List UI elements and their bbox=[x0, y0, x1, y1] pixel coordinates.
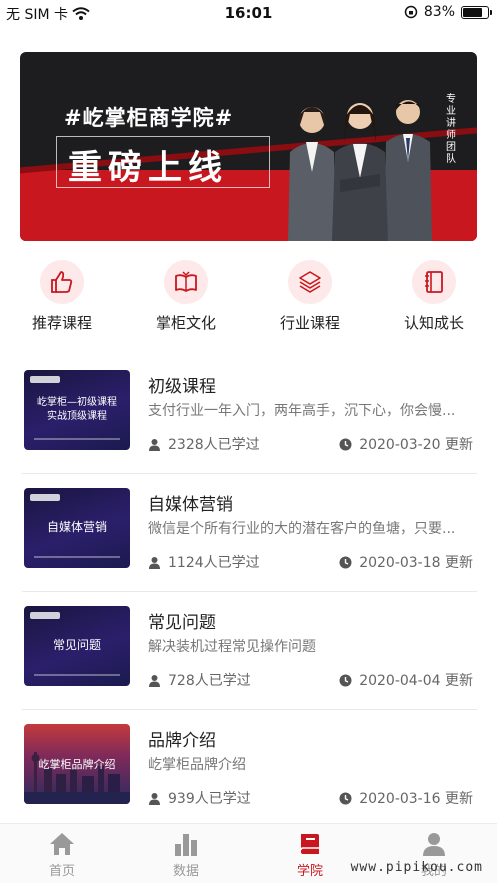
course-learners: 728人已学过 bbox=[148, 670, 251, 690]
battery-icon bbox=[461, 5, 492, 19]
clock-icon bbox=[339, 792, 352, 804]
bottom-tab-bar: 首页 数据 学院 我的 www.pipikou.com bbox=[0, 823, 497, 883]
course-description: 微信是个所有行业的大的潜在客户的鱼塘，只要... bbox=[148, 521, 456, 537]
user-icon bbox=[149, 674, 160, 687]
quick-nav-label: 推荐课程 bbox=[31, 314, 92, 332]
course-card-faq[interactable]: 常见问题 常见问题 解决装机过程常见操作问题 728人已学过 2020-04-0… bbox=[0, 592, 497, 710]
course-title: 品牌介绍 bbox=[148, 731, 216, 751]
quick-nav-label: 行业课程 bbox=[279, 314, 340, 332]
course-card-media-marketing[interactable]: 自媒体营销 自媒体营销 微信是个所有行业的大的潜在客户的鱼塘，只要... 112… bbox=[0, 474, 497, 592]
thumbnail-footer-line bbox=[34, 438, 120, 440]
status-right: 83% bbox=[404, 4, 492, 20]
thumbnail-logo bbox=[30, 376, 60, 383]
quick-nav-label: 认知成长 bbox=[403, 314, 464, 332]
banner-headline: 重磅上线 bbox=[68, 148, 228, 188]
learners-count: 939人已学过 bbox=[168, 791, 251, 807]
layers-icon bbox=[288, 260, 332, 304]
tab-label: 数据 bbox=[172, 864, 199, 879]
updated-date: 2020-03-16 更新 bbox=[359, 791, 473, 807]
learners-count: 2328人已学过 bbox=[168, 437, 260, 453]
orientation-lock-icon bbox=[404, 5, 418, 19]
thumbnail-caption: 屹掌柜—初级课程 实战顶级课程 bbox=[37, 397, 117, 422]
open-book-icon bbox=[164, 260, 208, 304]
course-learners: 939人已学过 bbox=[148, 788, 251, 808]
course-card-brand[interactable]: 屹掌柜品牌介绍 品牌介绍 屹掌柜品牌介绍 939人已学过 2020-03-16 … bbox=[0, 710, 497, 828]
book-icon bbox=[248, 830, 372, 856]
thumbnail-logo bbox=[30, 612, 60, 619]
quick-nav-recommended[interactable]: 推荐课程 bbox=[12, 260, 112, 333]
bar-chart-icon bbox=[124, 830, 248, 856]
user-icon bbox=[149, 792, 160, 805]
course-learners: 2328人已学过 bbox=[148, 434, 260, 454]
quick-nav-label: 掌柜文化 bbox=[155, 314, 216, 332]
tab-data[interactable]: 数据 bbox=[124, 830, 248, 879]
course-thumbnail: 自媒体营销 bbox=[24, 488, 130, 568]
quick-nav-industry[interactable]: 行业课程 bbox=[260, 260, 360, 333]
quick-nav: 推荐课程 掌柜文化 行业课程 认知成长 bbox=[0, 260, 497, 336]
course-card-beginner[interactable]: 屹掌柜—初级课程 实战顶级课程 初级课程 支付行业一年入门，两年高手，沉下心，你… bbox=[0, 356, 497, 474]
course-title: 自媒体营销 bbox=[148, 495, 233, 515]
promo-banner[interactable]: #屹掌柜商学院# 重磅上线 专业讲师团队 bbox=[20, 52, 477, 241]
tab-label: 首页 bbox=[48, 864, 75, 879]
tab-home[interactable]: 首页 bbox=[0, 830, 124, 879]
battery-percent: 83% bbox=[423, 4, 455, 20]
course-description: 屹掌柜品牌介绍 bbox=[148, 757, 246, 773]
user-icon bbox=[149, 556, 160, 569]
thumbnail-caption: 屹掌柜品牌介绍 bbox=[38, 758, 116, 771]
quick-nav-growth[interactable]: 认知成长 bbox=[384, 260, 484, 333]
course-title: 初级课程 bbox=[148, 377, 216, 397]
notebook-icon bbox=[412, 260, 456, 304]
instructors-photo bbox=[288, 100, 432, 241]
clock-icon bbox=[339, 438, 352, 450]
thumbnail-footer-line bbox=[34, 674, 120, 676]
home-icon bbox=[0, 830, 124, 856]
thumbnail-caption: 自媒体营销 bbox=[46, 520, 107, 534]
updated-date: 2020-04-04 更新 bbox=[359, 673, 473, 689]
course-learners: 1124人已学过 bbox=[148, 552, 260, 572]
course-description: 支付行业一年入门，两年高手，沉下心，你会慢... bbox=[148, 403, 456, 419]
updated-date: 2020-03-18 更新 bbox=[359, 555, 473, 571]
course-description: 解决装机过程常见操作问题 bbox=[148, 639, 316, 655]
banner-tag: #屹掌柜商学院# bbox=[64, 106, 234, 130]
course-updated: 2020-03-16 更新 bbox=[339, 788, 473, 808]
user-icon bbox=[149, 438, 160, 451]
learners-count: 728人已学过 bbox=[168, 673, 251, 689]
course-updated: 2020-03-20 更新 bbox=[339, 434, 473, 454]
clock-icon bbox=[339, 556, 352, 568]
clock-icon bbox=[339, 674, 352, 686]
course-thumbnail: 屹掌柜品牌介绍 bbox=[24, 724, 130, 804]
site-watermark: www.pipikou.com bbox=[350, 860, 483, 875]
course-updated: 2020-04-04 更新 bbox=[339, 670, 473, 690]
banner-side-text: 专业讲师团队 bbox=[446, 94, 456, 165]
user-icon bbox=[372, 830, 496, 856]
course-thumbnail: 屹掌柜—初级课程 实战顶级课程 bbox=[24, 370, 130, 450]
course-title: 常见问题 bbox=[148, 613, 216, 633]
thumbnail-footer-line bbox=[34, 556, 120, 558]
thumbnail-caption: 常见问题 bbox=[52, 638, 101, 652]
thumbs-up-icon bbox=[40, 260, 84, 304]
quick-nav-culture[interactable]: 掌柜文化 bbox=[136, 260, 236, 333]
learners-count: 1124人已学过 bbox=[168, 555, 260, 571]
updated-date: 2020-03-20 更新 bbox=[359, 437, 473, 453]
status-bar: 无 SIM 卡 16:01 83% bbox=[0, 0, 497, 26]
battery-level bbox=[463, 7, 483, 17]
course-thumbnail: 常见问题 bbox=[24, 606, 130, 686]
course-updated: 2020-03-18 更新 bbox=[339, 552, 473, 572]
thumbnail-logo bbox=[30, 494, 60, 501]
